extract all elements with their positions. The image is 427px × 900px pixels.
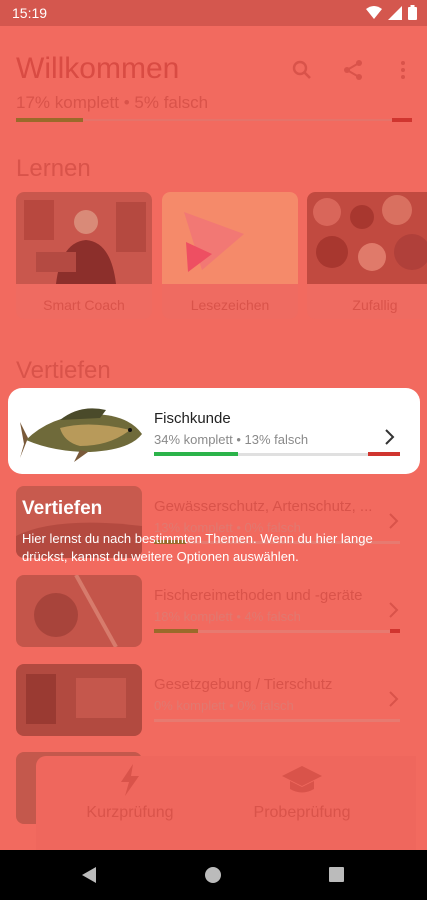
topic-progress-bar [154, 452, 400, 456]
topic-thumbnail [16, 664, 142, 736]
topic-item-gesetzgebung[interactable]: Gesetzgebung / Tierschutz 0% komplett • … [16, 664, 400, 736]
topic-progress-bar [154, 629, 400, 633]
tooltip-title: Vertiefen [22, 498, 103, 519]
app-screen: 15:19 Willkommen 17% komplett • 5% falsc… [0, 0, 427, 900]
topic-complete-fill [154, 452, 238, 456]
topic-wrong-fill [368, 452, 400, 456]
topic-item-fischkunde[interactable]: Fischkunde 34% komplett • 13% falsch [8, 388, 420, 474]
quick-exam-button[interactable]: Kurzprüfung [78, 764, 182, 822]
learn-card-label: Lesezeichen [190, 297, 270, 313]
learn-card-random[interactable]: Zufallig [307, 192, 427, 319]
bottom-action-bar: Kurzprüfung Probeprüfung [36, 756, 416, 850]
quick-exam-label: Kurzprüfung [86, 804, 174, 821]
learn-card-bookmarks[interactable]: Lesezeichen [162, 192, 298, 319]
lightning-icon [121, 764, 139, 796]
topic-stats: 34% komplett • 13% falsch [154, 432, 309, 447]
system-nav-bar [0, 850, 427, 900]
status-bar: 15:19 [0, 0, 427, 26]
section-heading-learn: Lernen [16, 155, 91, 182]
topic-thumbnail [16, 575, 142, 647]
back-icon[interactable] [82, 867, 98, 883]
battery-icon [408, 5, 417, 20]
topic-name: Fischkunde [154, 410, 231, 427]
progress-complete-fill [16, 118, 84, 122]
progress-wrong-fill [392, 118, 412, 122]
graduation-cap-icon [282, 766, 322, 793]
chevron-right-icon [389, 602, 399, 618]
topic-name: Gewässerschutz, Artenschutz, ... [154, 498, 373, 515]
topic-progress-bar [154, 719, 400, 722]
chevron-right-icon [385, 429, 395, 445]
wifi-icon [366, 5, 382, 19]
topic-stats: 18% komplett • 4% falsch [154, 609, 301, 624]
practice-exam-button[interactable]: Probeprüfung [242, 764, 362, 822]
status-time: 15:19 [12, 5, 48, 21]
overall-progress-text: 17% komplett • 5% falsch [16, 93, 209, 112]
topic-complete-fill [154, 629, 199, 633]
random-image [307, 192, 427, 284]
learn-card-label: Smart Coach [43, 297, 125, 313]
topic-wrong-fill [390, 629, 400, 633]
chevron-right-icon [389, 513, 399, 529]
home-icon[interactable] [205, 867, 221, 883]
learn-card-label: Zufallig [352, 297, 398, 313]
bookmarks-image [162, 192, 298, 284]
practice-exam-label: Probeprüfung [253, 804, 351, 821]
carp-image [20, 408, 142, 462]
page-title: Willkommen [16, 52, 180, 85]
chevron-right-icon [389, 691, 399, 707]
section-heading-deepen: Vertiefen [16, 357, 111, 384]
status-icons [366, 5, 417, 20]
topic-stats: 0% komplett • 0% falsch [154, 698, 294, 713]
topic-item-fischereimethoden[interactable]: Fischereimethoden und -geräte 18% komple… [16, 575, 400, 647]
learn-card-smart-coach[interactable]: Smart Coach [16, 192, 152, 319]
topic-name: Gesetzgebung / Tierschutz [154, 676, 333, 693]
more-vert-icon[interactable] [391, 58, 415, 82]
smart-coach-image [16, 192, 152, 284]
overall-progress-bar [16, 118, 412, 122]
recents-icon[interactable] [329, 867, 344, 882]
share-icon[interactable] [341, 58, 365, 82]
signal-icon [388, 5, 402, 20]
tooltip-text: Hier lernst du nach bestimmten Themen. W… [22, 531, 373, 564]
topic-name: Fischereimethoden und -geräte [154, 587, 363, 604]
search-icon[interactable] [290, 58, 314, 82]
